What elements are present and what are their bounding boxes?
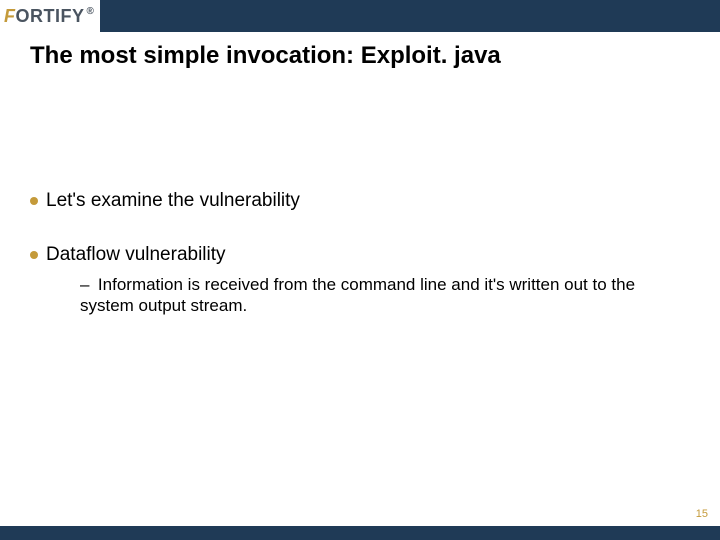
logo-leading-letter: F <box>4 6 16 26</box>
bullet-icon <box>30 251 38 259</box>
bullet-item: Dataflow vulnerability <box>30 244 720 266</box>
bullet-icon <box>30 197 38 205</box>
bullet-text: Let's examine the vulnerability <box>46 190 300 212</box>
logo-trademark: ® <box>87 6 95 17</box>
logo-text: FORTIFY® <box>4 6 94 27</box>
sub-bullet-item: – Information is received from the comma… <box>80 274 680 317</box>
slide-content: Let's examine the vulnerability Dataflow… <box>30 190 720 317</box>
sub-bullet-text: Information is received from the command… <box>80 275 635 315</box>
logo-brand: ORTIFY <box>16 6 85 26</box>
bullet-text: Dataflow vulnerability <box>46 244 226 266</box>
header-bar: FORTIFY® <box>0 0 720 32</box>
dash-icon: – <box>80 275 89 294</box>
footer-bar <box>0 526 720 540</box>
page-number: 15 <box>696 508 708 520</box>
bullet-item: Let's examine the vulnerability <box>30 190 720 212</box>
slide-title: The most simple invocation: Exploit. jav… <box>30 42 720 70</box>
logo: FORTIFY® <box>0 0 100 32</box>
